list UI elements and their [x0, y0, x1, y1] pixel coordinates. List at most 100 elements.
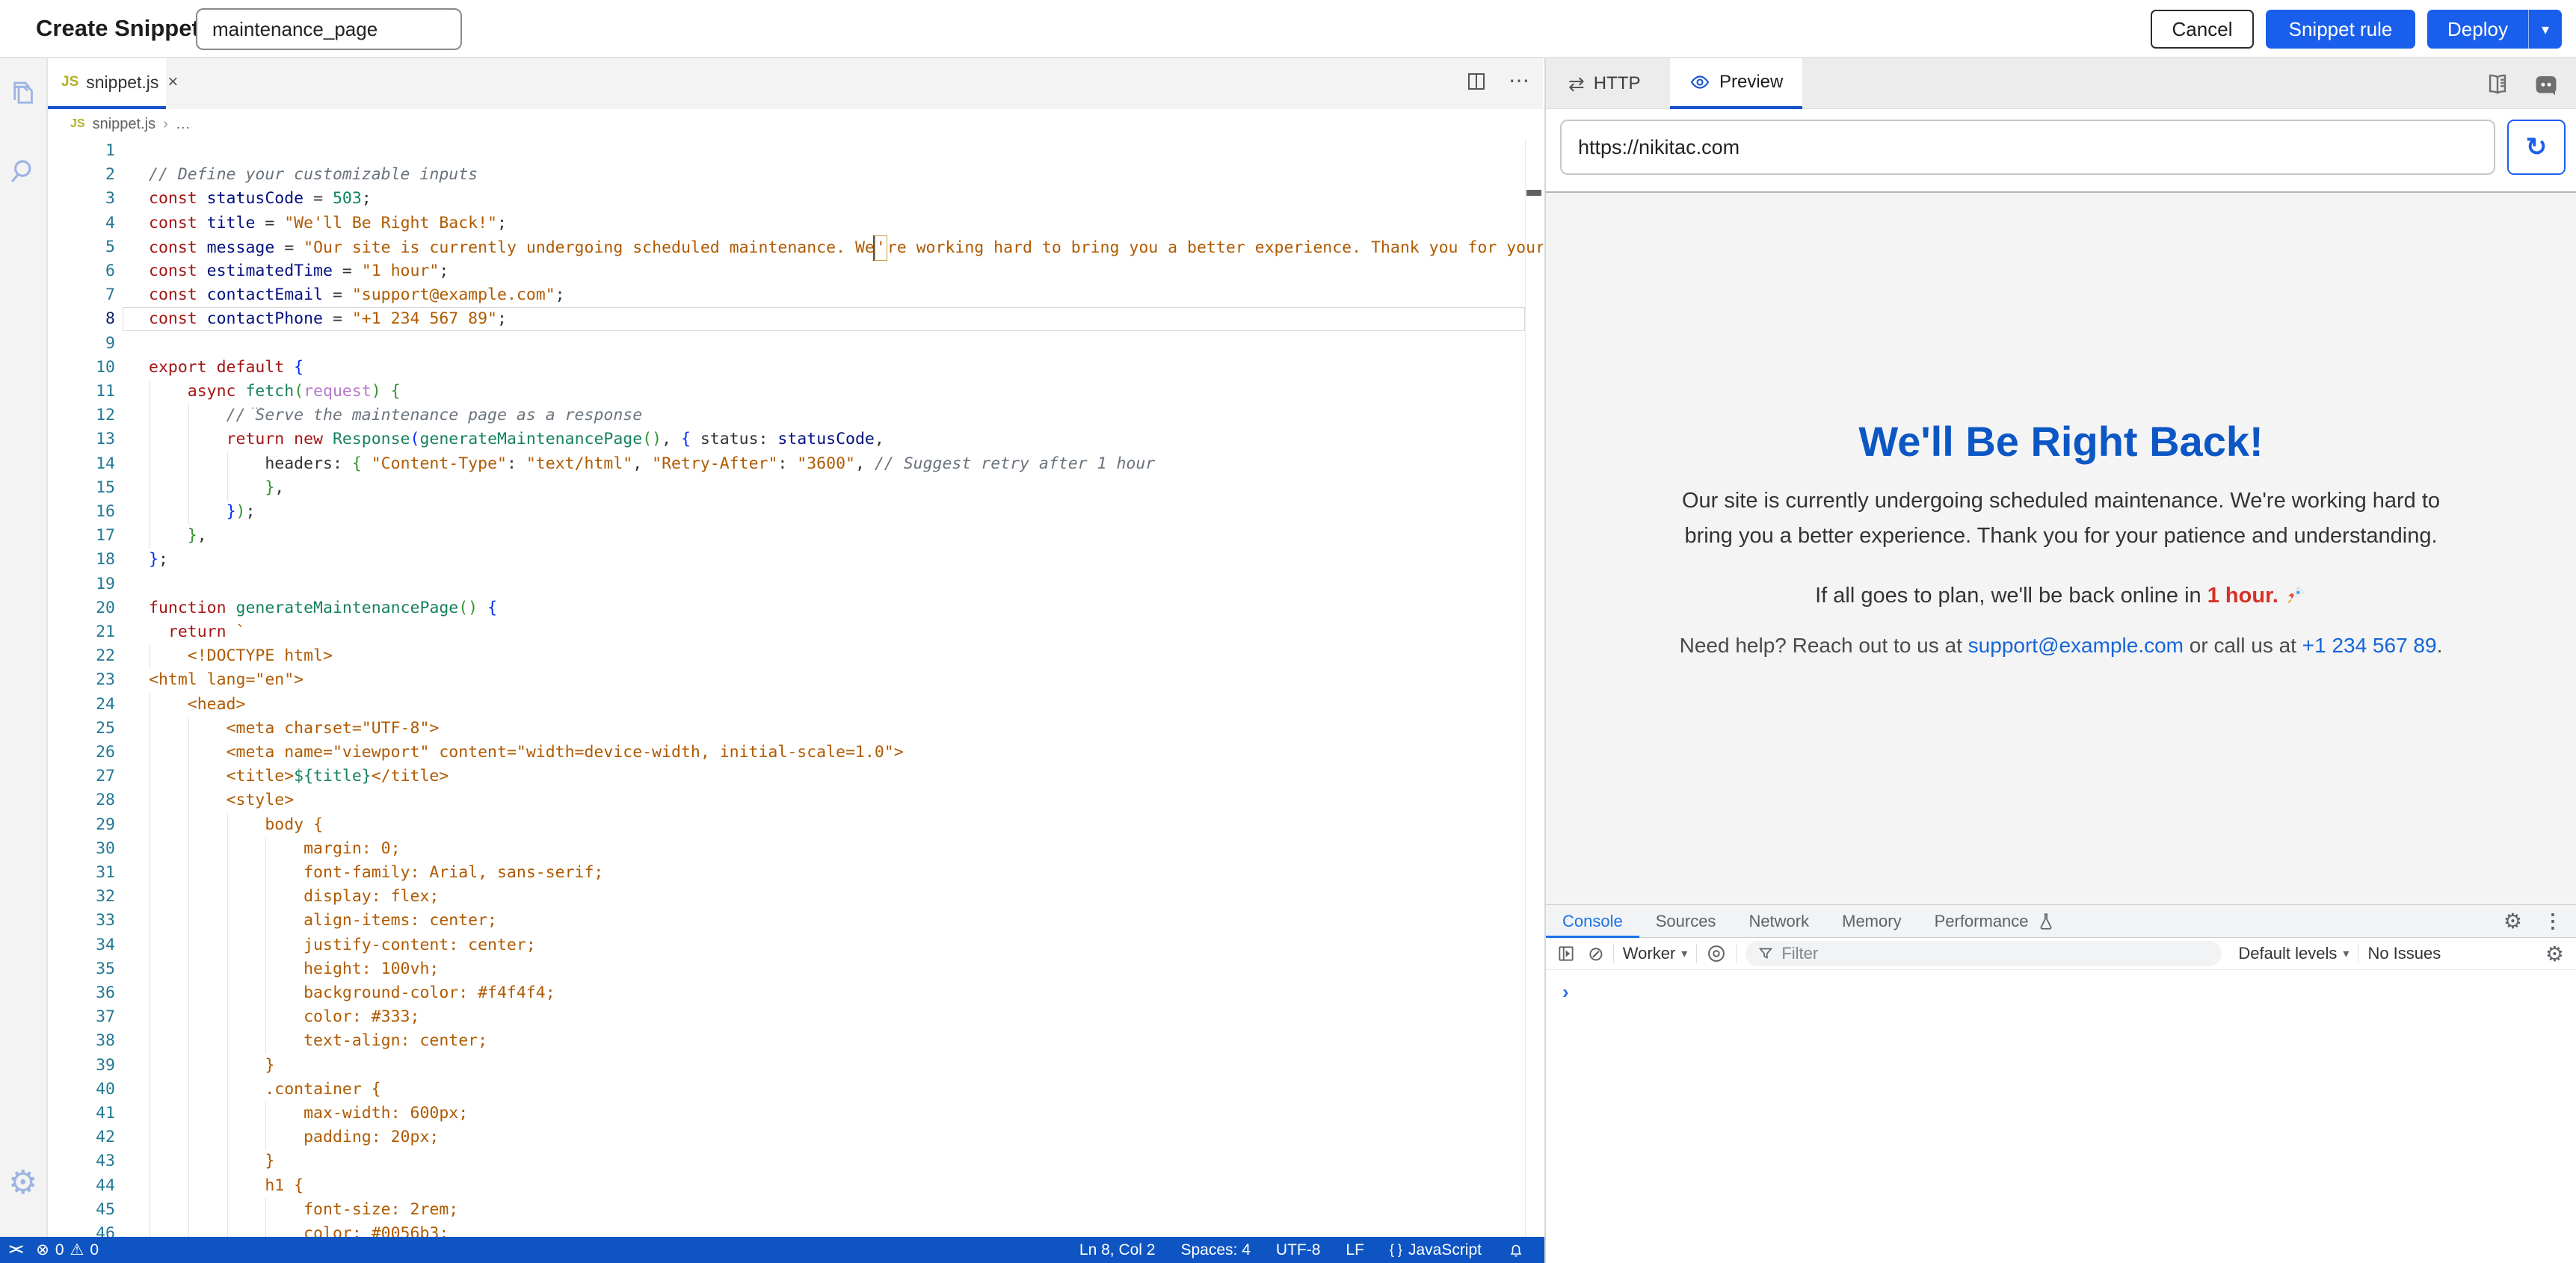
code-text: justify-content: center; [149, 933, 536, 957]
line-number: 18 [70, 548, 115, 572]
split-editor-icon[interactable] [1465, 70, 1488, 93]
deploy-button[interactable]: Deploy [2427, 10, 2528, 49]
language-mode[interactable]: { } JavaScript [1390, 1241, 1482, 1259]
devtools-settings-gear-icon[interactable]: ⚙ [2503, 909, 2522, 933]
tab-close-icon[interactable]: × [167, 72, 178, 93]
tab-console[interactable]: Console [1546, 904, 1639, 938]
code-line[interactable]: 24 <head> [48, 693, 1543, 717]
refresh-button[interactable]: ↻ [2507, 120, 2566, 175]
code-line[interactable]: 39 } [48, 1054, 1543, 1078]
remote-indicator-icon[interactable]: >< [9, 1242, 21, 1259]
breadcrumb-file[interactable]: snippet.js [93, 116, 156, 133]
code-line[interactable]: 28 <style> [48, 788, 1543, 813]
code-line[interactable]: 38 text-align: center; [48, 1029, 1543, 1054]
eol-setting[interactable]: LF [1346, 1241, 1364, 1259]
discord-icon[interactable] [2533, 72, 2560, 99]
tab-http[interactable]: ⇄ HTTP [1549, 58, 1660, 109]
code-line[interactable]: 6const estimatedTime = "1 hour"; [48, 259, 1543, 284]
code-line[interactable]: 32 display: flex; [48, 885, 1543, 910]
code-line[interactable]: 3const statusCode = 503; [48, 187, 1543, 211]
snippet-rule-button[interactable]: Snippet rule [2266, 10, 2415, 49]
code-line[interactable]: 35 height: 100vh; [48, 957, 1543, 982]
code-line[interactable]: 9 [48, 332, 1543, 356]
flask-icon [2036, 912, 2056, 931]
code-line[interactable]: 1 [48, 139, 1543, 164]
code-line[interactable]: 36 background-color: #f4f4f4; [48, 981, 1543, 1006]
code-line[interactable]: 13 return new Response(generateMaintenan… [48, 427, 1543, 452]
preview-url-input[interactable] [1560, 120, 2495, 175]
issues-counter[interactable]: No Issues [2367, 944, 2441, 963]
cancel-button[interactable]: Cancel [2151, 10, 2254, 49]
tab-sources[interactable]: Sources [1639, 904, 1733, 938]
code-line[interactable]: 25 <meta charset="UTF-8"> [48, 717, 1543, 741]
encoding-setting[interactable]: UTF-8 [1276, 1241, 1321, 1259]
live-expression-eye-icon[interactable] [1706, 943, 1727, 964]
files-icon[interactable] [8, 78, 40, 109]
indentation-setting[interactable]: Spaces: 4 [1181, 1241, 1251, 1259]
code-line[interactable]: 29 body { [48, 813, 1543, 838]
cursor-position[interactable]: Ln 8, Col 2 [1079, 1241, 1156, 1259]
search-icon[interactable] [8, 155, 40, 187]
problems-indicator[interactable]: ⊗ 0 ⚠ 0 [36, 1241, 99, 1259]
code-line[interactable]: 14 headers: { "Content-Type": "text/html… [48, 452, 1543, 477]
bell-icon[interactable] [1507, 1241, 1525, 1259]
execution-context-select[interactable]: Worker ▾ [1623, 944, 1688, 963]
code-line[interactable]: 11 async fetch(request) {… [48, 380, 1543, 404]
tab-network[interactable]: Network [1732, 904, 1825, 938]
log-levels-select[interactable]: Default levels ▾ [2238, 944, 2349, 963]
code-line[interactable]: 12 // Serve the maintenance page as a re… [48, 404, 1543, 428]
code-line[interactable]: 33 align-items: center; [48, 909, 1543, 933]
code-line[interactable]: 8const contactPhone = "+1 234 567 89"; [48, 307, 1543, 332]
code-line[interactable]: 42 padding: 20px; [48, 1125, 1543, 1150]
code-line[interactable]: 31 font-family: Arial, sans-serif; [48, 861, 1543, 886]
code-line[interactable]: 22 <!DOCTYPE html> [48, 644, 1543, 669]
devtools-kebab-icon[interactable]: ⋮ [2543, 910, 2563, 933]
code-line[interactable]: 18}; [48, 548, 1543, 572]
clear-console-icon[interactable]: ⊘ [1588, 942, 1604, 966]
phone-link[interactable]: +1 234 567 89 [2302, 634, 2437, 657]
console-filter-input[interactable]: Filter [1745, 941, 2222, 966]
code-editor[interactable]: 12// Define your customizable inputs3con… [48, 139, 1543, 1237]
code-line[interactable]: 7const contactEmail = "support@example.c… [48, 283, 1543, 308]
code-line[interactable]: 27 <title>${title}</title> [48, 765, 1543, 789]
code-line[interactable]: 17 }, [48, 524, 1543, 549]
code-line[interactable]: 15 }, [48, 476, 1543, 501]
settings-gear-icon[interactable]: ⚙ [8, 1167, 40, 1199]
code-line[interactable]: 30 margin: 0; [48, 837, 1543, 862]
snippet-name-input[interactable] [196, 8, 462, 50]
console-settings-gear-icon[interactable]: ⚙ [2545, 942, 2564, 966]
code-line[interactable]: 37 color: #333; [48, 1005, 1543, 1030]
deploy-dropdown-button[interactable]: ▾ [2528, 10, 2562, 49]
code-line[interactable]: 44 h1 { [48, 1174, 1543, 1199]
code-line[interactable]: 4const title = "We'll Be Right Back!"; [48, 211, 1543, 236]
code-line[interactable]: 20function generateMaintenancePage() { [48, 596, 1543, 621]
code-line[interactable]: 5const message = "Our site is currently … [48, 235, 1543, 260]
breadcrumb-more[interactable]: … [176, 116, 191, 133]
breadcrumb[interactable]: JS snippet.js › … [48, 109, 1543, 139]
code-line[interactable]: 45 font-size: 2rem; [48, 1198, 1543, 1223]
code-line[interactable]: 19 [48, 572, 1543, 597]
support-email-link[interactable]: support@example.com [1968, 634, 2184, 657]
tab-memory[interactable]: Memory [1825, 904, 1917, 938]
line-number: 14 [70, 452, 115, 476]
console-sidebar-toggle-icon[interactable] [1556, 944, 1576, 963]
code-line[interactable]: 16 }); [48, 500, 1543, 525]
code-line[interactable]: 34 justify-content: center; [48, 933, 1543, 958]
code-line[interactable]: 26 <meta name="viewport" content="width=… [48, 741, 1543, 765]
code-line[interactable]: 41 max-width: 600px; [48, 1102, 1543, 1126]
code-line[interactable]: 46 color: #0056b3; [48, 1222, 1543, 1237]
editor-more-icon[interactable]: ⋯ [1509, 70, 1529, 93]
code-line[interactable]: 21 return ` [48, 620, 1543, 645]
code-line[interactable]: 43 } [48, 1149, 1543, 1174]
code-line[interactable]: 40 .container { [48, 1078, 1543, 1102]
code-line[interactable]: 2// Define your customizable inputs [48, 163, 1543, 188]
tab-performance[interactable]: Performance [1918, 904, 2045, 938]
docs-book-icon[interactable] [2485, 72, 2510, 99]
code-line[interactable]: 23<html lang="en"> [48, 668, 1543, 693]
help-suffix: . [2437, 634, 2443, 657]
chevron-down-icon: ▾ [1681, 946, 1687, 961]
code-line[interactable]: 10export default { [48, 356, 1543, 380]
console-output[interactable]: › [1546, 970, 2576, 1262]
tab-snippet-js[interactable]: JS snippet.js × [48, 58, 166, 109]
tab-preview[interactable]: Preview [1670, 58, 1802, 109]
